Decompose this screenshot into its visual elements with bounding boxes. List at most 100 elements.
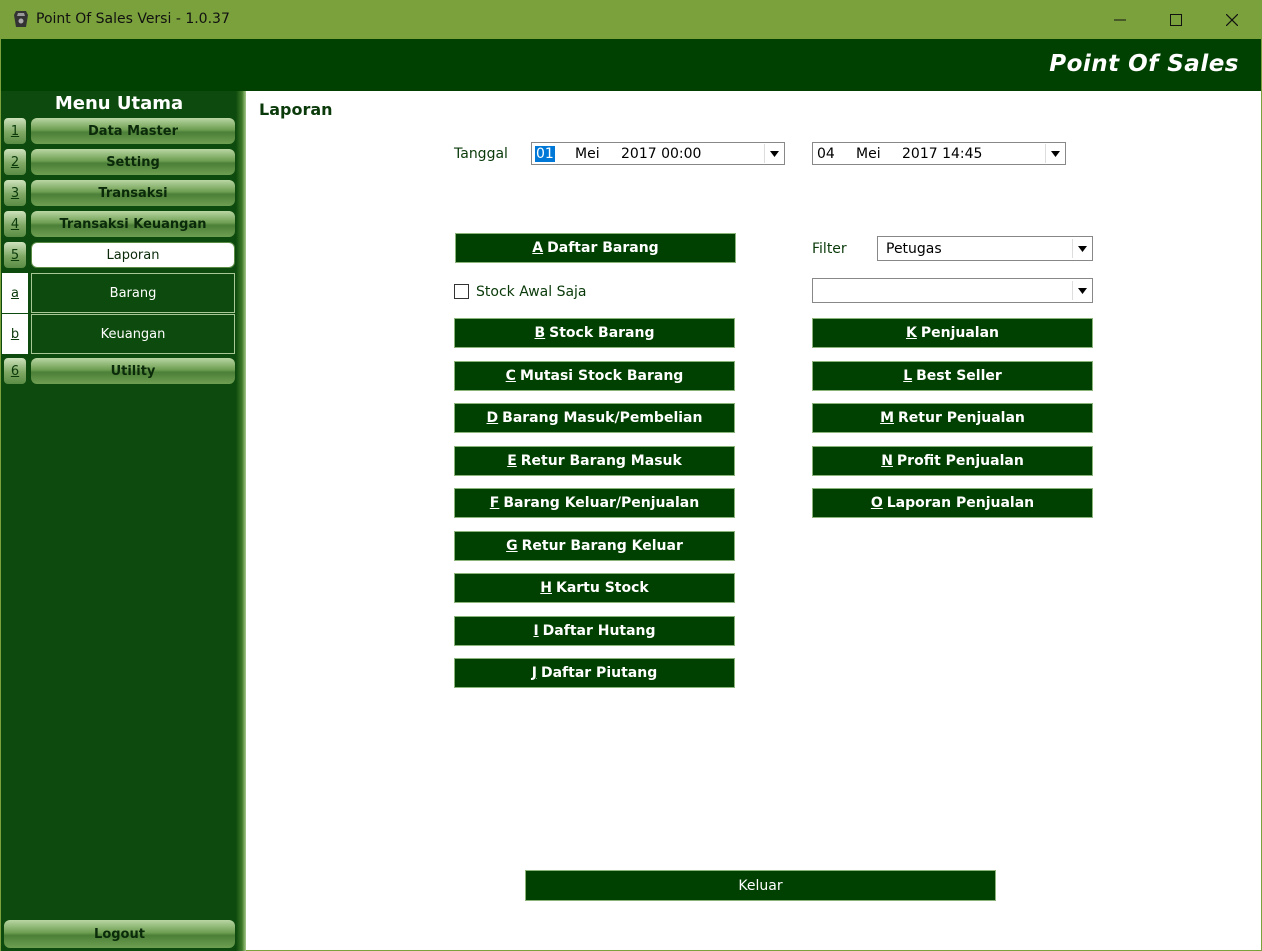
maximize-icon xyxy=(1170,13,1182,26)
report-button-stock-barang[interactable]: B Stock Barang xyxy=(454,318,735,348)
menu-num-1[interactable]: 1 xyxy=(4,118,26,144)
report-button-laporan-penjualan[interactable]: O Laporan Penjualan xyxy=(812,488,1093,518)
submenu-item-keuangan[interactable]: Keuangan xyxy=(31,314,235,354)
brand-title: Point Of Sales xyxy=(1049,51,1239,77)
chevron-down-icon xyxy=(1077,245,1087,252)
report-label: Penjualan xyxy=(920,325,999,341)
hotkey-l: L xyxy=(903,368,913,384)
menu-item-utility[interactable]: Utility xyxy=(31,358,235,384)
hotkey-c: C xyxy=(505,368,516,384)
report-label: Daftar Hutang xyxy=(542,623,656,639)
app-icon xyxy=(14,11,28,27)
content-panel xyxy=(246,91,1262,951)
hotkey-o: O xyxy=(870,495,883,511)
hotkey-d: D xyxy=(486,410,499,426)
report-button-retur-penjualan[interactable]: M Retur Penjualan xyxy=(812,403,1093,433)
date-from-time[interactable]: 2017 00:00 xyxy=(621,146,701,162)
date-to-time[interactable]: 2017 14:45 xyxy=(902,146,982,162)
menu-num-3[interactable]: 3 xyxy=(4,180,26,206)
report-label: Barang Masuk/Pembelian xyxy=(502,410,703,426)
menu-num-5[interactable]: 5 xyxy=(4,242,26,268)
chevron-down-icon xyxy=(769,150,779,157)
hotkey-e: E xyxy=(507,453,517,469)
header-bar: Point Of Sales xyxy=(0,39,1262,91)
report-button-daftar-piutang[interactable]: J Daftar Piutang xyxy=(454,658,735,688)
chevron-down-icon xyxy=(1077,287,1087,294)
filter-select-dropdown[interactable] xyxy=(1072,239,1091,258)
page-title: Laporan xyxy=(259,100,333,119)
menu-item-setting[interactable]: Setting xyxy=(31,149,235,175)
menu-title: Menu Utama xyxy=(54,93,184,114)
date-from-day[interactable]: 01 xyxy=(535,146,555,162)
filter-label: Filter xyxy=(812,241,847,257)
maximize-button[interactable] xyxy=(1148,0,1204,39)
report-label: Profit Penjualan xyxy=(896,453,1024,469)
hotkey-f: F xyxy=(489,495,500,511)
menu-item-data-master[interactable]: Data Master xyxy=(31,118,235,144)
close-icon xyxy=(1226,13,1238,26)
report-button-barang-keluar[interactable]: F Barang Keluar/Penjualan xyxy=(454,488,735,518)
report-button-profit-penjualan[interactable]: N Profit Penjualan xyxy=(812,446,1093,476)
date-to-day[interactable]: 04 xyxy=(817,146,835,162)
stock-awal-label: Stock Awal Saja xyxy=(476,284,587,300)
report-label: Barang Keluar/Penjualan xyxy=(503,495,700,511)
hotkey-n: N xyxy=(881,453,893,469)
logout-button[interactable]: Logout xyxy=(4,920,235,948)
hotkey-a: A xyxy=(532,240,544,256)
report-label: Kartu Stock xyxy=(555,580,649,596)
filter-select-value: Petugas xyxy=(886,241,942,257)
filter-value-select[interactable] xyxy=(812,278,1093,303)
hotkey-m: M xyxy=(880,410,895,426)
date-to-dropdown[interactable] xyxy=(1045,144,1064,163)
report-button-daftar-hutang[interactable]: I Daftar Hutang xyxy=(454,616,735,646)
report-label: Stock Barang xyxy=(549,325,655,341)
report-label: Mutasi Stock Barang xyxy=(519,368,684,384)
report-button-mutasi-stock[interactable]: C Mutasi Stock Barang xyxy=(454,361,735,391)
menu-item-laporan[interactable]: Laporan xyxy=(31,242,235,268)
hotkey-h: H xyxy=(540,580,552,596)
tanggal-label: Tanggal xyxy=(454,146,508,162)
hotkey-g: G xyxy=(506,538,518,554)
submenu-key-a[interactable]: a xyxy=(2,273,28,313)
date-from-dropdown[interactable] xyxy=(764,144,783,163)
menu-num-6[interactable]: 6 xyxy=(4,358,26,384)
report-button-best-seller[interactable]: L Best Seller xyxy=(812,361,1093,391)
menu-item-transaksi[interactable]: Transaksi xyxy=(31,180,235,206)
menu-item-transaksi-keuangan[interactable]: Transaksi Keuangan xyxy=(31,211,235,237)
hotkey-b: B xyxy=(534,325,546,341)
report-label: Best Seller xyxy=(916,368,1002,384)
report-button-barang-masuk[interactable]: D Barang Masuk/Pembelian xyxy=(454,403,735,433)
report-label: Retur Penjualan xyxy=(898,410,1025,426)
report-label: Retur Barang Masuk xyxy=(520,453,682,469)
report-label: Laporan Penjualan xyxy=(886,495,1035,511)
keluar-button[interactable]: Keluar xyxy=(525,870,996,901)
filter-select[interactable]: Petugas xyxy=(877,236,1093,261)
report-button-daftar-barang[interactable]: A Daftar Barang xyxy=(455,233,736,263)
chevron-down-icon xyxy=(1050,150,1060,157)
report-button-kartu-stock[interactable]: H Kartu Stock xyxy=(454,573,735,603)
close-button[interactable] xyxy=(1204,0,1260,39)
date-from-month[interactable]: Mei xyxy=(575,146,600,162)
stock-awal-checkbox[interactable] xyxy=(454,284,469,299)
date-to-month[interactable]: Mei xyxy=(856,146,881,162)
filter-value-dropdown[interactable] xyxy=(1072,281,1091,300)
menu-num-4[interactable]: 4 xyxy=(4,211,26,237)
window-title: Point Of Sales Versi - 1.0.37 xyxy=(36,11,230,27)
submenu-key-b[interactable]: b xyxy=(2,314,28,354)
report-button-retur-barang-masuk[interactable]: E Retur Barang Masuk xyxy=(454,446,735,476)
hotkey-k: K xyxy=(905,325,917,341)
report-button-penjualan[interactable]: K Penjualan xyxy=(812,318,1093,348)
minimize-icon xyxy=(1114,19,1126,20)
hotkey-i: I xyxy=(533,623,539,639)
report-label: Daftar Piutang xyxy=(540,665,658,681)
date-to-picker[interactable]: 04 Mei 2017 14:45 xyxy=(812,142,1066,165)
submenu-item-barang[interactable]: Barang xyxy=(31,273,235,313)
report-label: Retur Barang Keluar xyxy=(521,538,683,554)
sidebar-shade xyxy=(236,91,246,951)
minimize-button[interactable] xyxy=(1092,0,1148,39)
menu-num-2[interactable]: 2 xyxy=(4,149,26,175)
report-button-retur-barang-keluar[interactable]: G Retur Barang Keluar xyxy=(454,531,735,561)
hotkey-j: J xyxy=(531,665,537,681)
date-from-picker[interactable]: 01 Mei 2017 00:00 xyxy=(531,142,785,165)
title-bar: Point Of Sales Versi - 1.0.37 xyxy=(0,0,1262,39)
